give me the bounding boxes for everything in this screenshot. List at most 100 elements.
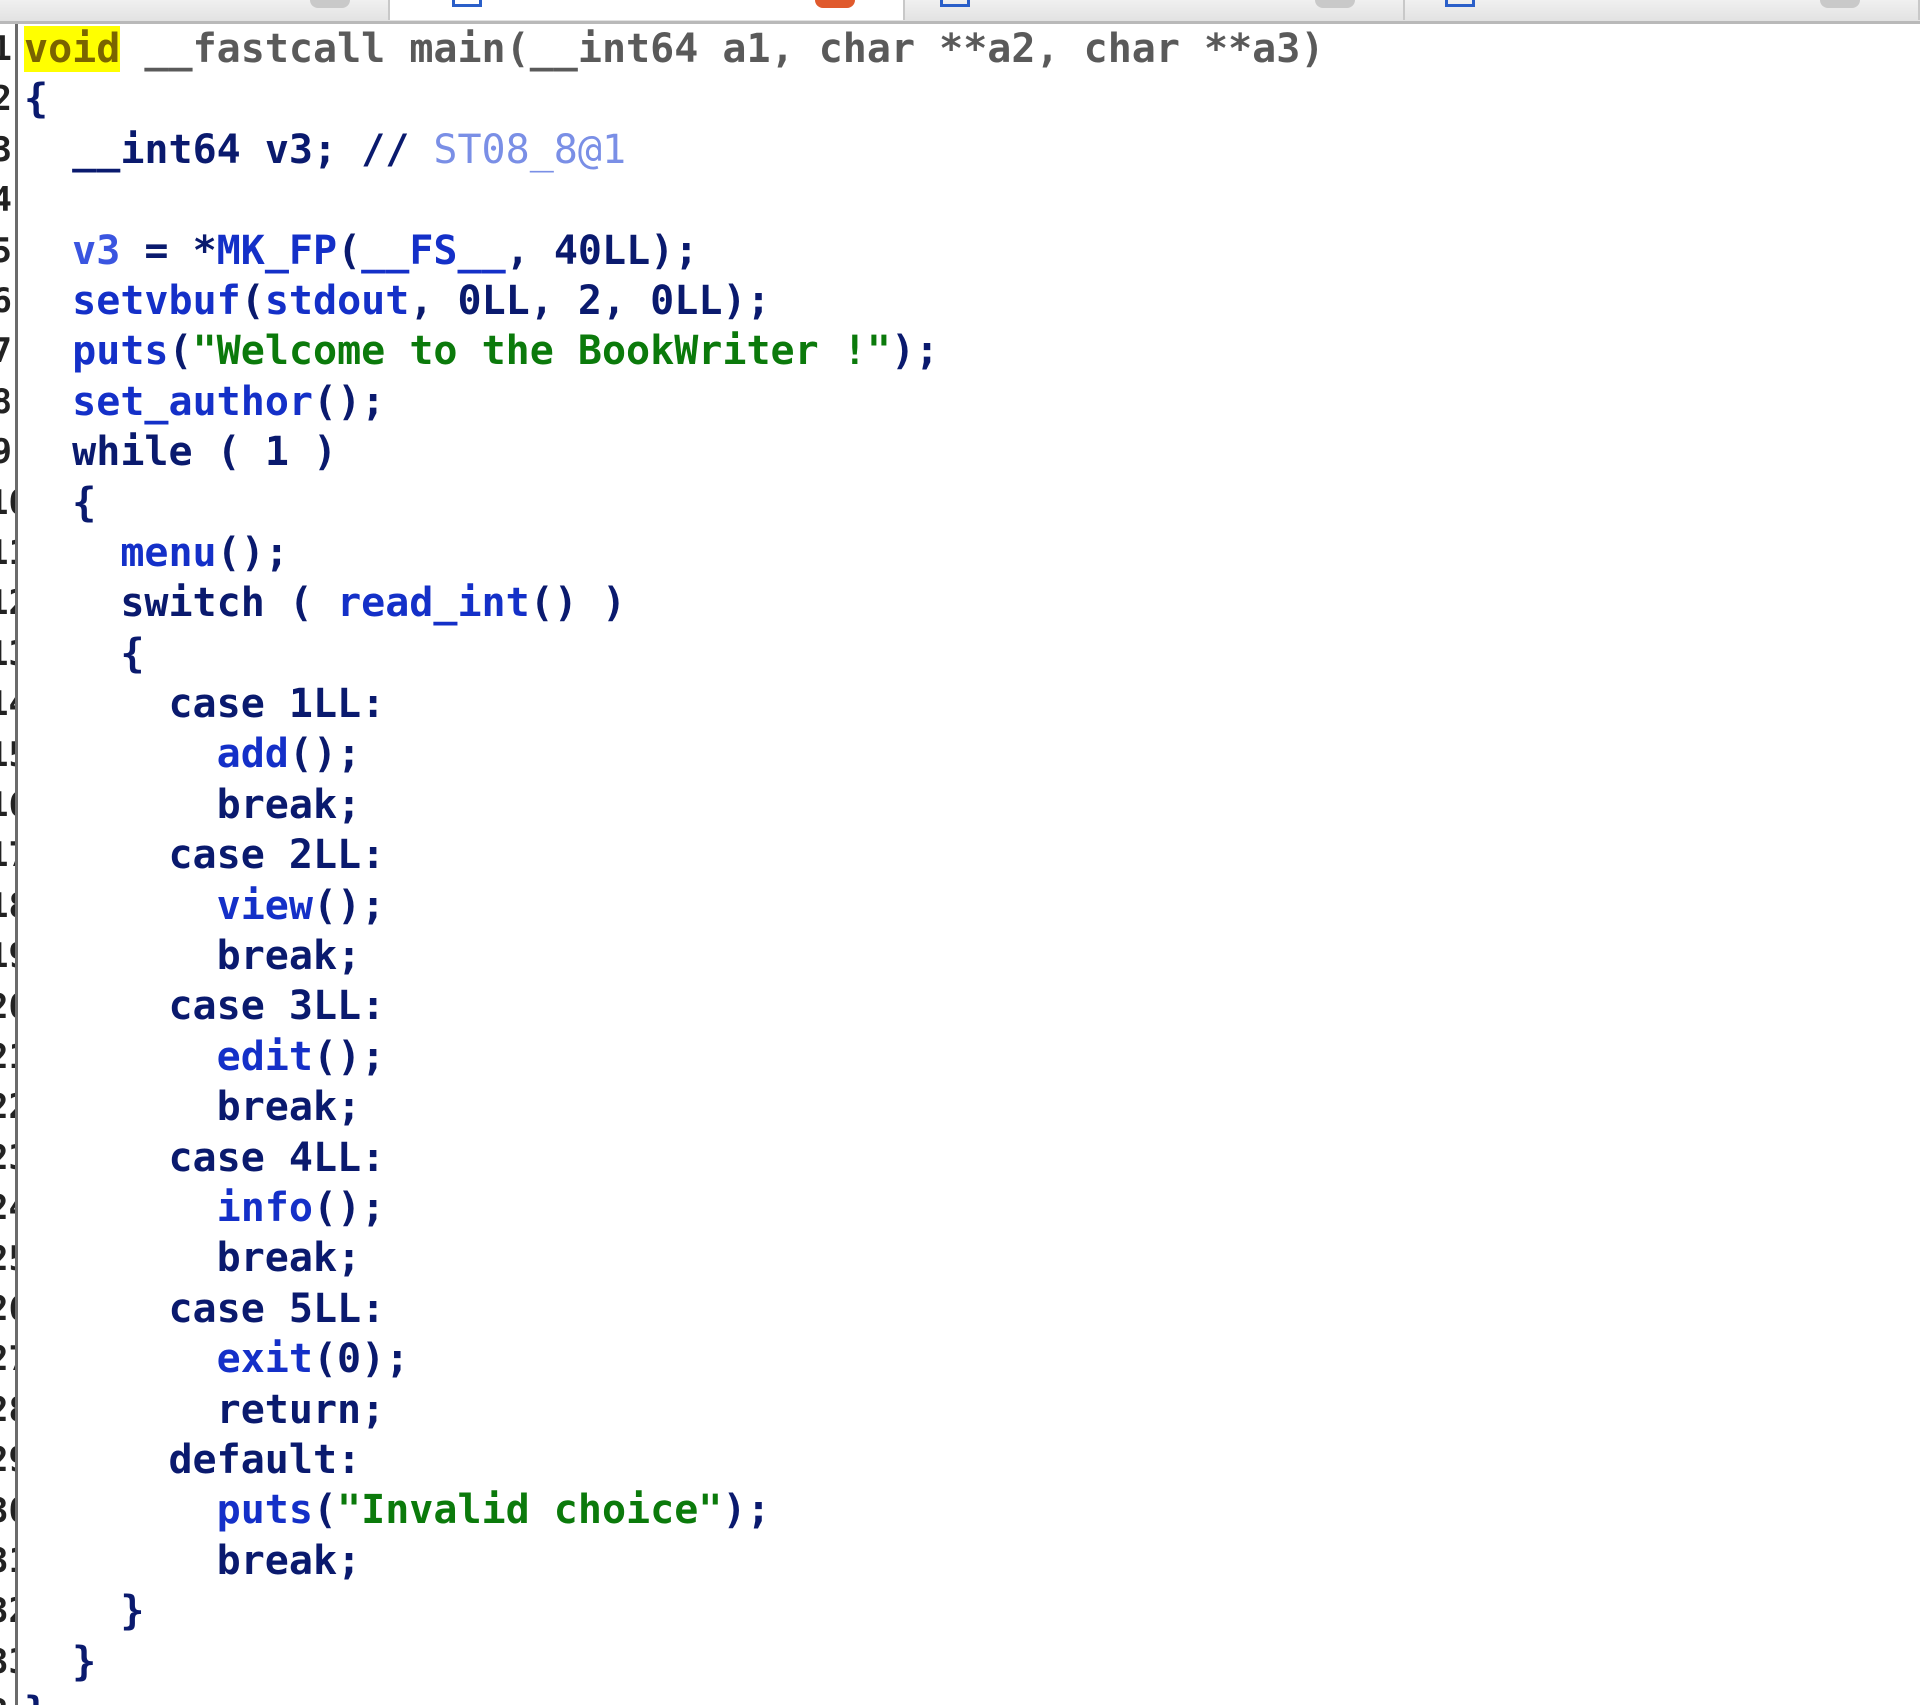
code-token: break;	[216, 1084, 362, 1131]
code-token: add	[216, 731, 289, 778]
code-line[interactable]: {	[24, 478, 1904, 528]
code-line[interactable]: case 4LL:	[24, 1133, 1904, 1183]
tab-1[interactable]	[0, 0, 390, 20]
line-number: 21	[0, 1032, 15, 1082]
code-line[interactable]	[24, 175, 1904, 225]
code-line[interactable]: edit();	[24, 1032, 1904, 1082]
code-line[interactable]: break;	[24, 1082, 1904, 1132]
line-number: 11	[0, 528, 15, 578]
line-number: 29	[0, 1435, 15, 1485]
code-line[interactable]: return;	[24, 1385, 1904, 1435]
code-token: case 4LL:	[168, 1134, 386, 1181]
code-token: (0);	[312, 1336, 410, 1383]
code-token: {	[120, 630, 145, 677]
code-token: ();	[312, 378, 386, 425]
document-icon	[940, 0, 970, 7]
code-line[interactable]: while ( 1 )	[24, 427, 1904, 477]
code-token: , 0LL, 2, 0LL);	[409, 277, 771, 324]
code-token: case 5LL:	[168, 1285, 386, 1332]
close-icon[interactable]	[310, 0, 350, 8]
code-line[interactable]: default:	[24, 1435, 1904, 1485]
line-number: 32	[0, 1586, 15, 1636]
close-icon[interactable]	[1820, 0, 1860, 8]
line-number: 17	[0, 830, 15, 880]
code-line[interactable]: }	[24, 1637, 1904, 1687]
tab-pseudocode[interactable]	[390, 0, 905, 20]
code-token: ();	[288, 731, 362, 778]
code-token: exit	[216, 1336, 313, 1383]
line-number: 12	[0, 578, 15, 628]
code-line[interactable]: menu();	[24, 528, 1904, 578]
code-token: );	[890, 328, 940, 375]
code-line[interactable]: case 2LL:	[24, 830, 1904, 880]
code-line[interactable]: add();	[24, 729, 1904, 779]
code-line[interactable]: break;	[24, 1233, 1904, 1283]
code-token: (	[168, 328, 193, 375]
code-line[interactable]: setvbuf(stdout, 0LL, 2, 0LL);	[24, 276, 1904, 326]
line-number: 13	[0, 629, 15, 679]
code-token: ();	[312, 882, 386, 929]
code-line[interactable]: case 5LL:	[24, 1284, 1904, 1334]
document-icon	[452, 0, 482, 7]
line-number: 22	[0, 1082, 15, 1132]
code-token: ();	[312, 1033, 386, 1080]
code-token: (	[312, 1487, 338, 1534]
code-line[interactable]: info();	[24, 1183, 1904, 1233]
code-token: (	[337, 227, 362, 274]
code-token: break;	[216, 781, 362, 828]
pseudocode-editor[interactable]: void __fastcall main(__int64 a1, char **…	[24, 24, 1904, 1705]
line-number: 28	[0, 1385, 15, 1435]
code-line[interactable]: view();	[24, 881, 1904, 931]
line-number: 14	[0, 679, 15, 729]
code-line[interactable]: set_author();	[24, 377, 1904, 427]
document-icon	[1445, 0, 1475, 7]
code-line[interactable]: puts("Welcome to the BookWriter !");	[24, 326, 1904, 376]
line-number: 4	[0, 175, 12, 225]
code-line[interactable]: }	[24, 1687, 1904, 1705]
code-token: "Welcome to the BookWriter !"	[192, 328, 891, 375]
code-token: puts	[216, 1487, 313, 1534]
code-token: stdout	[264, 277, 410, 324]
code-line[interactable]: case 3LL:	[24, 981, 1904, 1031]
code-token: {	[24, 76, 49, 123]
code-token: __int64 v3; //	[72, 126, 434, 173]
code-line[interactable]: v3 = *MK_FP(__FS__, 40LL);	[24, 226, 1904, 276]
code-line[interactable]: case 1LL:	[24, 679, 1904, 729]
code-token: v3	[72, 227, 121, 274]
code-token: ();	[216, 529, 289, 576]
close-icon[interactable]	[1315, 0, 1355, 8]
code-token: edit	[216, 1033, 313, 1080]
tab-bar	[0, 0, 1920, 24]
line-number: 34	[0, 1687, 15, 1705]
code-token: case 2LL:	[168, 832, 386, 879]
code-token: case 1LL:	[168, 681, 386, 728]
code-line[interactable]: {	[24, 629, 1904, 679]
code-token: = *	[120, 227, 217, 274]
code-line[interactable]: puts("Invalid choice");	[24, 1485, 1904, 1535]
code-line[interactable]: void __fastcall main(__int64 a1, char **…	[24, 24, 1904, 74]
line-number: 8	[0, 377, 12, 427]
code-token: () )	[529, 580, 627, 627]
close-icon[interactable]	[815, 0, 855, 8]
line-number: 31	[0, 1536, 15, 1586]
line-number: 10	[0, 478, 15, 528]
line-number: 20	[0, 982, 15, 1032]
line-number: 6	[0, 276, 12, 326]
tab-4[interactable]	[1405, 0, 1920, 20]
code-line[interactable]: }	[24, 1586, 1904, 1636]
code-line[interactable]: {	[24, 74, 1904, 124]
code-token: {	[72, 479, 97, 526]
code-line[interactable]: switch ( read_int() )	[24, 578, 1904, 628]
line-number: 3	[0, 125, 12, 175]
code-token: info	[216, 1184, 313, 1231]
code-token: default:	[168, 1436, 362, 1483]
code-line[interactable]: __int64 v3; // ST08_8@1	[24, 125, 1904, 175]
code-token: set_author	[72, 378, 313, 425]
code-line[interactable]: break;	[24, 780, 1904, 830]
code-token: return;	[216, 1386, 386, 1433]
code-line[interactable]: exit(0);	[24, 1334, 1904, 1384]
code-line[interactable]: break;	[24, 931, 1904, 981]
tab-3[interactable]	[905, 0, 1405, 20]
pseudocode-window: 1234567891011121314151617181920212223242…	[0, 0, 1920, 1705]
code-line[interactable]: break;	[24, 1536, 1904, 1586]
